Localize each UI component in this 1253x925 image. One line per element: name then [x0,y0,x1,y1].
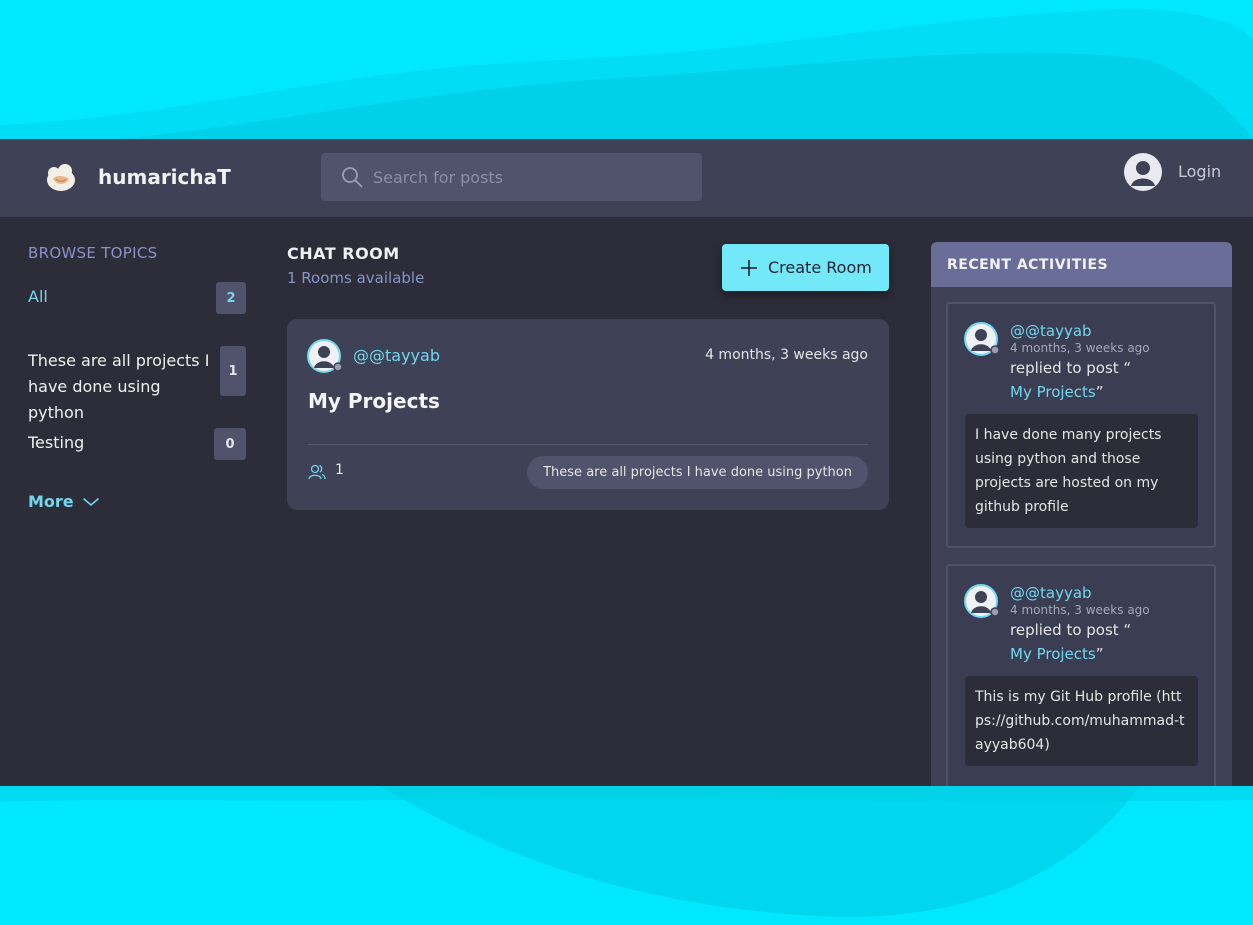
activity-post-link[interactable]: My Projects” [1010,383,1104,401]
rooms-count: 1 Rooms available [287,269,425,287]
topic-count-badge: 0 [214,428,246,460]
activity-user-link[interactable]: @@tayyab [1010,322,1092,340]
topics-sidebar: BROWSE TOPICS All 2 These are all projec… [28,244,248,511]
recent-activities-panel: RECENT ACTIVITIES @@tayyab 4 months, 3 w… [931,242,1232,786]
user-avatar-icon[interactable] [964,584,1000,620]
search-input[interactable] [373,153,693,201]
host-avatar-icon[interactable] [307,339,343,375]
user-avatar-icon[interactable] [964,322,1000,358]
quote-close: ” [1095,383,1104,401]
topic-count-badge: 2 [216,282,246,314]
room-timestamp: 4 months, 3 weeks ago [705,347,868,363]
create-room-button[interactable]: Create Room [722,244,889,291]
room-card[interactable]: @@tayyab 4 months, 3 weeks ago My Projec… [287,319,889,510]
topic-item-all[interactable]: All 2 [28,282,246,348]
sidebar-title: BROWSE TOPICS [28,244,158,262]
room-topic-tag[interactable]: These are all projects I have done using… [527,456,868,489]
topic-item-testing[interactable]: Testing 0 [28,428,246,492]
activity-user-link[interactable]: @@tayyab [1010,584,1092,602]
topic-item-python-projects[interactable]: These are all projects I have done using… [28,346,246,430]
room-title-link[interactable]: My Projects [308,389,440,413]
app-window: humarichaT Login BROWSE TOPICS All 2 The… [0,139,1253,786]
login-link[interactable]: Login [1178,162,1221,181]
activity-timestamp: 4 months, 3 weeks ago [1010,341,1150,355]
page-title: CHAT ROOM [287,244,400,263]
participants-count: 1 [335,462,344,478]
create-room-label: Create Room [768,258,872,277]
room-host-link[interactable]: @@tayyab [353,346,440,365]
activity-message: This is my Git Hub profile (https://gith… [965,676,1198,766]
post-title: My Projects [1010,645,1096,663]
activities-title: RECENT ACTIVITIES [931,242,1232,287]
topic-count-badge: 1 [220,346,246,396]
activity-action: replied to post “ [1010,621,1132,639]
activity-timestamp: 4 months, 3 weeks ago [1010,603,1150,617]
activity-action: replied to post “ [1010,359,1132,377]
more-label: More [28,492,74,511]
plus-icon [741,259,757,276]
quote-close: ” [1095,645,1104,663]
divider [308,444,868,445]
activity-message: I have done many projects using python a… [965,414,1198,528]
brand-name[interactable]: humarichaT [98,165,231,189]
search-icon [342,167,363,188]
activity-card: @@tayyab 4 months, 3 weeks ago replied t… [946,564,1216,786]
users-icon [308,464,326,480]
more-topics-button[interactable]: More [28,492,248,511]
topic-label: Testing [28,433,85,452]
chevron-down-icon [82,497,99,506]
topic-label: These are all projects I have done using… [28,351,210,422]
post-title: My Projects [1010,383,1096,401]
search-bar[interactable] [321,153,702,201]
logo-icon[interactable] [44,161,78,195]
background-wave-top [0,0,1253,139]
room-list-header: CHAT ROOM 1 Rooms available [287,244,424,287]
topic-label: All [28,287,48,306]
background-wave-bottom [0,786,1253,925]
top-navbar: humarichaT Login [0,139,1253,217]
activity-card: @@tayyab 4 months, 3 weeks ago replied t… [946,302,1216,548]
activity-post-link[interactable]: My Projects” [1010,645,1104,663]
user-avatar-icon[interactable] [1124,153,1162,191]
